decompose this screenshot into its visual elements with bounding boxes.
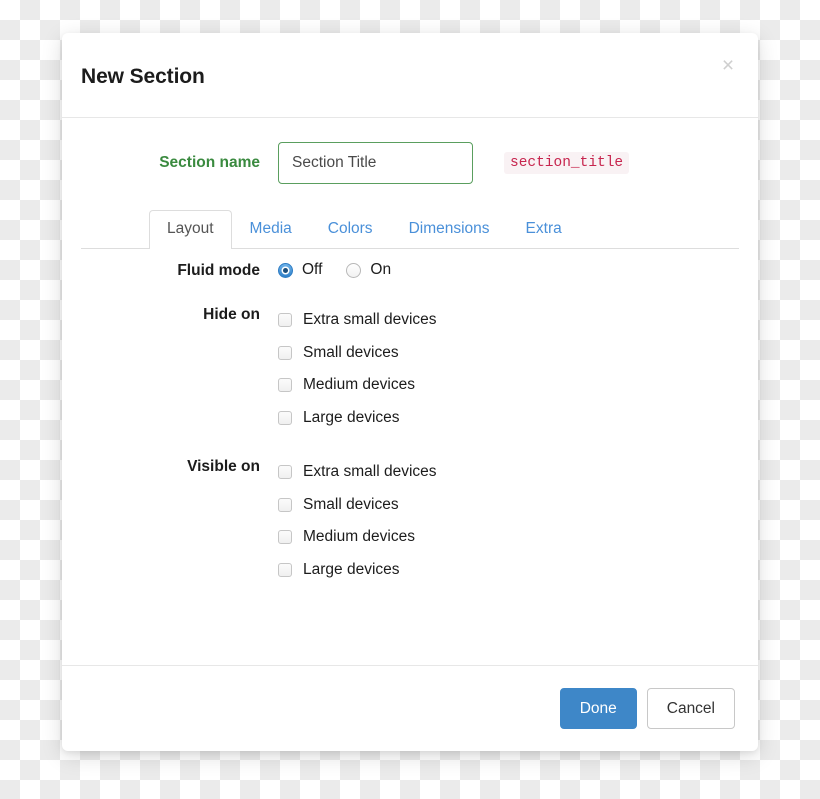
visible-on-medium-devices[interactable]: Medium devices bbox=[278, 521, 758, 554]
visible-on-checkbox-group: Extra small devices Small devices Medium… bbox=[278, 456, 758, 586]
tab-colors[interactable]: Colors bbox=[310, 210, 391, 249]
tab-media[interactable]: Media bbox=[232, 210, 310, 249]
radio-icon-off bbox=[278, 262, 293, 278]
checkbox-icon bbox=[278, 530, 292, 545]
visible-on-option-label: Medium devices bbox=[303, 528, 415, 546]
hide-on-checkbox-group: Extra small devices Small devices Medium… bbox=[278, 304, 758, 434]
hide-on-option-label: Extra small devices bbox=[303, 311, 437, 329]
checkbox-icon bbox=[278, 410, 292, 425]
modal-footer: Done Cancel bbox=[62, 665, 758, 751]
done-button[interactable]: Done bbox=[559, 687, 637, 730]
hide-on-label: Hide on bbox=[203, 306, 260, 323]
checkbox-icon bbox=[278, 465, 292, 480]
hide-on-option-label: Large devices bbox=[303, 408, 400, 426]
fluid-mode-option-on[interactable]: On bbox=[346, 260, 391, 280]
checkbox-icon bbox=[278, 378, 292, 393]
close-icon[interactable]: × bbox=[715, 52, 741, 78]
hide-on-large-devices[interactable]: Large devices bbox=[278, 402, 758, 435]
hide-on-extra-small-devices[interactable]: Extra small devices bbox=[278, 304, 758, 337]
page-title: New Section bbox=[81, 65, 205, 88]
visible-on-row: Visible on Extra small devices Small dev… bbox=[62, 456, 758, 586]
modal-body: Section name section_title Layout Media … bbox=[62, 118, 758, 665]
tab-layout[interactable]: Layout bbox=[149, 210, 232, 249]
hide-on-small-devices[interactable]: Small devices bbox=[278, 337, 758, 370]
layout-tab-panel: Fluid mode Off On Hide on Extra small de… bbox=[62, 260, 758, 586]
new-section-modal: New Section × Section name section_title… bbox=[62, 33, 758, 751]
visible-on-large-devices[interactable]: Large devices bbox=[278, 554, 758, 587]
visible-on-option-label: Large devices bbox=[303, 560, 400, 578]
fluid-mode-radio-group: Off On bbox=[278, 260, 758, 280]
visible-on-label: Visible on bbox=[187, 458, 260, 475]
fluid-mode-row: Fluid mode Off On bbox=[62, 260, 758, 282]
section-name-label: Section name bbox=[159, 154, 260, 171]
fluid-mode-option-off[interactable]: Off bbox=[278, 260, 322, 280]
fluid-mode-label: Fluid mode bbox=[177, 262, 260, 279]
hide-on-option-label: Medium devices bbox=[303, 376, 415, 394]
section-name-input[interactable] bbox=[278, 142, 473, 184]
visible-on-small-devices[interactable]: Small devices bbox=[278, 489, 758, 522]
visible-on-option-label: Extra small devices bbox=[303, 463, 437, 481]
visible-on-extra-small-devices[interactable]: Extra small devices bbox=[278, 456, 758, 489]
hide-on-medium-devices[interactable]: Medium devices bbox=[278, 369, 758, 402]
hide-on-row: Hide on Extra small devices Small device… bbox=[62, 304, 758, 434]
section-name-code-badge: section_title bbox=[504, 152, 630, 174]
checkbox-icon bbox=[278, 313, 292, 328]
visible-on-option-label: Small devices bbox=[303, 495, 399, 513]
checkbox-icon bbox=[278, 562, 292, 577]
fluid-mode-option-off-label: Off bbox=[302, 261, 323, 278]
checkbox-icon bbox=[278, 345, 292, 360]
fluid-mode-option-on-label: On bbox=[370, 261, 392, 278]
cancel-button[interactable]: Cancel bbox=[646, 687, 735, 730]
tab-bar: Layout Media Colors Dimensions Extra bbox=[81, 210, 739, 249]
hide-on-option-label: Small devices bbox=[303, 343, 399, 361]
tab-extra[interactable]: Extra bbox=[508, 210, 580, 249]
checkbox-icon bbox=[278, 497, 292, 512]
tab-dimensions[interactable]: Dimensions bbox=[391, 210, 508, 249]
radio-icon-on bbox=[346, 262, 362, 278]
modal-header: New Section × bbox=[62, 33, 758, 118]
section-name-row: Section name section_title bbox=[62, 139, 758, 187]
